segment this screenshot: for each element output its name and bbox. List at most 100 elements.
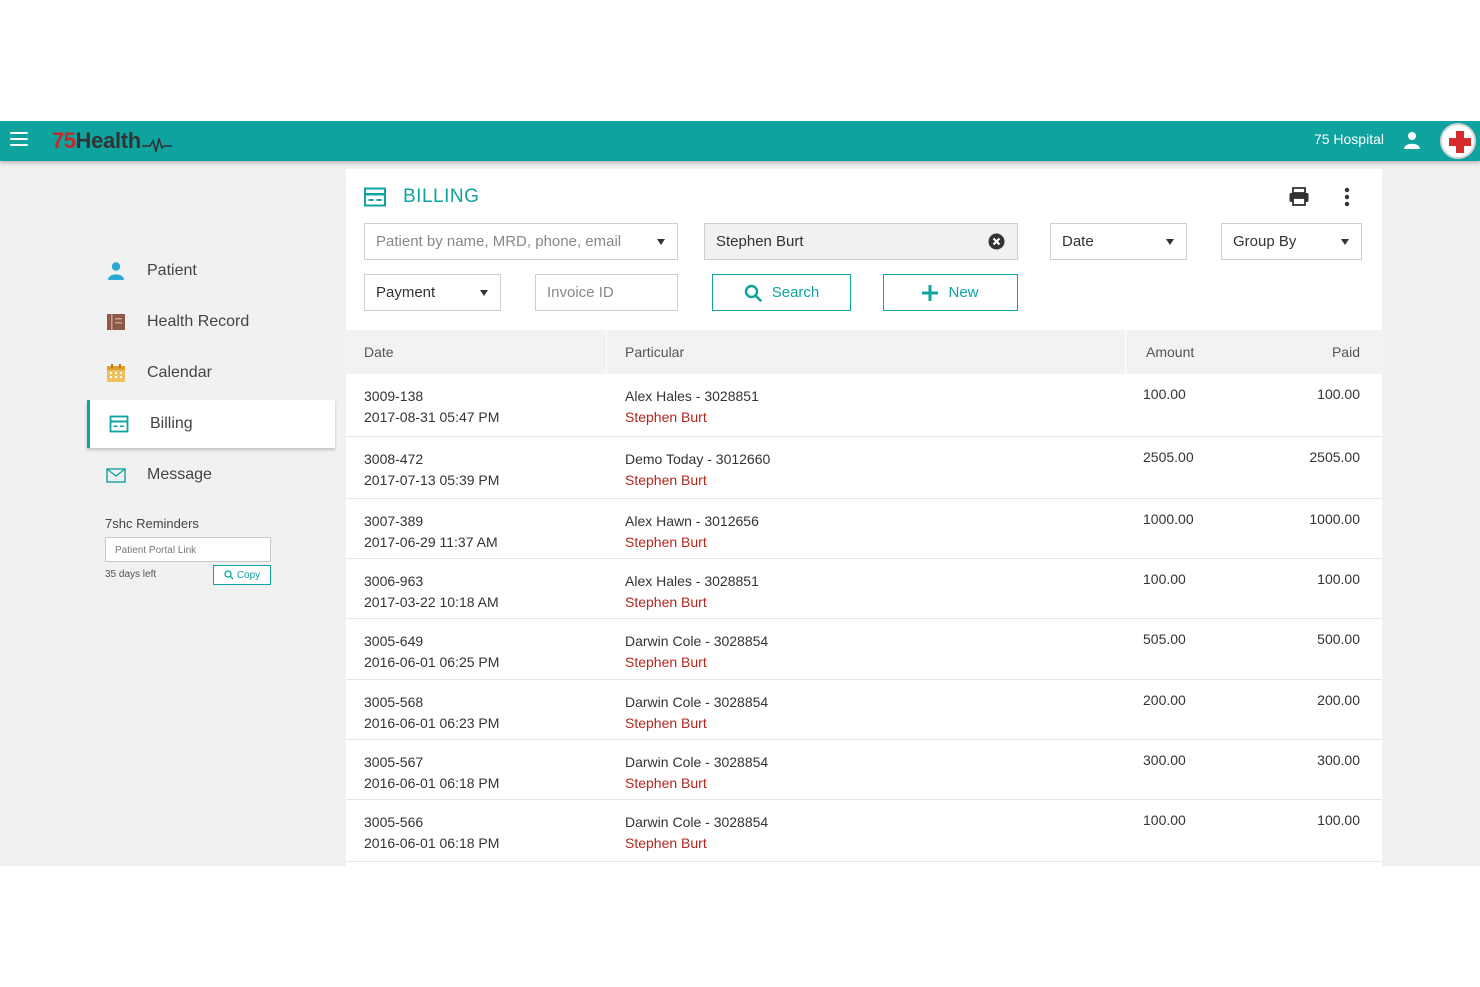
patient-name-link[interactable]: Stephen Burt [625, 592, 759, 613]
paid-cell: 100.00 [1317, 812, 1360, 828]
particular-cell: Darwin Cole - 3028854 Stephen Burt [625, 752, 768, 794]
logo-number: 75 [52, 128, 76, 153]
amount-cell: 1000.00 [1143, 511, 1194, 527]
invoice-id-placeholder: Invoice ID [547, 284, 614, 301]
amount-cell: 100.00 [1143, 386, 1186, 402]
search-button[interactable]: Search [712, 274, 851, 311]
date-dropdown[interactable]: Date [1050, 223, 1187, 260]
sidebar-item-label: Patient [147, 262, 197, 279]
particular-cell: Darwin Cole - 3028854 Stephen Burt [625, 812, 768, 854]
billing-icon [109, 415, 129, 433]
invoice-datetime: 2017-03-22 10:18 AM [364, 594, 499, 610]
column-header-date[interactable]: Date [364, 344, 394, 360]
table-row[interactable]: 3006-963 2017-03-22 10:18 AM Alex Hales - … [346, 559, 1382, 619]
patient-name-link[interactable]: Stephen Burt [625, 833, 768, 854]
hospital-name[interactable]: 75 Hospital [1314, 131, 1384, 147]
print-icon[interactable] [1288, 186, 1310, 208]
particular-text: Alex Hales - 3028851 [625, 388, 759, 404]
column-header-paid[interactable]: Paid [1332, 344, 1360, 360]
more-options-icon[interactable] [1340, 186, 1354, 208]
patient-name-link[interactable]: Stephen Burt [625, 532, 759, 553]
sidebar-item-label: Message [147, 466, 212, 483]
table-row[interactable]: 3005-649 2016-06-01 06:25 PM Darwin Cole -… [346, 619, 1382, 680]
column-divider [1125, 330, 1126, 374]
patient-name-link[interactable]: Stephen Burt [625, 407, 759, 428]
user-icon[interactable] [1402, 130, 1422, 150]
payment-dropdown[interactable]: Payment [364, 274, 501, 311]
particular-text: Demo Today - 3012660 [625, 451, 771, 467]
column-header-amount[interactable]: Amount [1146, 344, 1194, 360]
person-icon [108, 262, 124, 280]
chevron-down-icon [657, 239, 665, 245]
patient-name-link[interactable]: Stephen Burt [625, 652, 768, 673]
envelope-icon [106, 468, 126, 483]
sidebar-item-calendar[interactable]: Calendar [87, 349, 335, 397]
sidebar-item-label: Billing [150, 415, 193, 432]
invoice-id: 3006-963 [364, 573, 424, 589]
particular-text: Darwin Cole - 3028854 [625, 694, 769, 710]
particular-text: Darwin Cole - 3028854 [625, 814, 769, 830]
group-by-dropdown[interactable]: Group By [1221, 223, 1362, 260]
chevron-down-icon [480, 290, 488, 296]
days-left-text: 35 days left [105, 569, 157, 580]
table-row[interactable]: 3005-568 2016-06-01 06:23 PM Darwin Cole -… [346, 680, 1382, 740]
reminders-title: 7shc Reminders [105, 516, 199, 531]
date-cell: 3009-138 2017-08-31 05:47 PM [364, 386, 499, 428]
invoice-datetime: 2016-06-01 06:18 PM [364, 835, 500, 851]
invoice-datetime: 2017-07-13 05:39 PM [364, 472, 500, 488]
particular-text: Darwin Cole - 3028854 [625, 633, 769, 649]
column-header-particular[interactable]: Particular [625, 344, 684, 360]
particular-text: Alex Hales - 3028851 [625, 573, 759, 589]
billing-icon [364, 187, 386, 207]
sidebar-item-label: Calendar [147, 364, 212, 381]
invoice-id: 3005-649 [364, 633, 424, 649]
patient-name-link[interactable]: Stephen Burt [625, 470, 770, 491]
invoice-datetime: 2016-06-01 06:18 PM [364, 775, 500, 791]
sidebar-item-health-record[interactable]: Health Record [87, 298, 335, 346]
table-row[interactable]: 3005-567 2016-06-01 06:18 PM Darwin Cole -… [346, 740, 1382, 800]
app-logo[interactable]: 75 Health [52, 126, 172, 156]
sidebar-item-label: Health Record [147, 313, 250, 330]
particular-cell: Demo Today - 3012660 Stephen Burt [625, 449, 770, 491]
table-row[interactable]: 3005-566 2016-06-01 06:18 PM Darwin Cole -… [346, 800, 1382, 862]
sidebar-item-billing[interactable]: Billing [87, 400, 335, 448]
patient-search-dropdown[interactable]: Patient by name, MRD, phone, email [364, 223, 678, 260]
table-row[interactable]: 3008-472 2017-07-13 05:39 PM Demo Today - … [346, 437, 1382, 499]
invoice-id: 3005-566 [364, 814, 424, 830]
hamburger-menu-icon[interactable] [10, 132, 28, 148]
sidebar: Patient Health Record Calendar Billing M… [0, 161, 336, 866]
patient-name-link[interactable]: Stephen Burt [625, 773, 768, 794]
table-row[interactable]: 3009-138 2017-08-31 05:47 PM Alex Hales - … [346, 374, 1382, 437]
invoice-id-input[interactable]: Invoice ID [535, 274, 678, 311]
new-button[interactable]: New [883, 274, 1018, 311]
patient-name-link[interactable]: Stephen Burt [625, 713, 768, 734]
clear-icon[interactable] [988, 233, 1005, 250]
amount-cell: 505.00 [1143, 631, 1186, 647]
amount-cell: 100.00 [1143, 812, 1186, 828]
app-window: 75 Health 75 Hospital Patient Health Rec… [0, 121, 1480, 866]
amount-cell: 300.00 [1143, 752, 1186, 768]
invoice-id: 3005-568 [364, 694, 424, 710]
medical-cross-icon[interactable] [1440, 123, 1476, 159]
particular-text: Darwin Cole - 3028854 [625, 754, 769, 770]
paid-cell: 500.00 [1317, 631, 1360, 647]
patient-search-placeholder: Patient by name, MRD, phone, email [376, 233, 622, 250]
selected-patient-value: Stephen Burt [716, 233, 804, 250]
sidebar-item-message[interactable]: Message [87, 451, 335, 499]
patient-portal-link-field[interactable]: Patient Portal Link [105, 537, 271, 562]
paid-cell: 300.00 [1317, 752, 1360, 768]
date-cell: 3007-389 2017-06-29 11:37 AM [364, 511, 498, 553]
chevron-down-icon [1341, 239, 1349, 245]
table-row[interactable]: 3007-389 2017-06-29 11:37 AM Alex Hawn - 3… [346, 499, 1382, 559]
copy-button[interactable]: Copy [213, 565, 271, 585]
selected-patient-field[interactable]: Stephen Burt [704, 223, 1018, 260]
amount-cell: 200.00 [1143, 692, 1186, 708]
plus-icon [922, 284, 939, 301]
record-icon [107, 314, 125, 330]
date-dropdown-label: Date [1062, 233, 1094, 250]
new-button-label: New [948, 284, 979, 301]
particular-cell: Darwin Cole - 3028854 Stephen Burt [625, 692, 768, 734]
search-icon [744, 284, 762, 302]
billing-header: BILLING [364, 186, 479, 208]
sidebar-item-patient[interactable]: Patient [87, 247, 335, 295]
